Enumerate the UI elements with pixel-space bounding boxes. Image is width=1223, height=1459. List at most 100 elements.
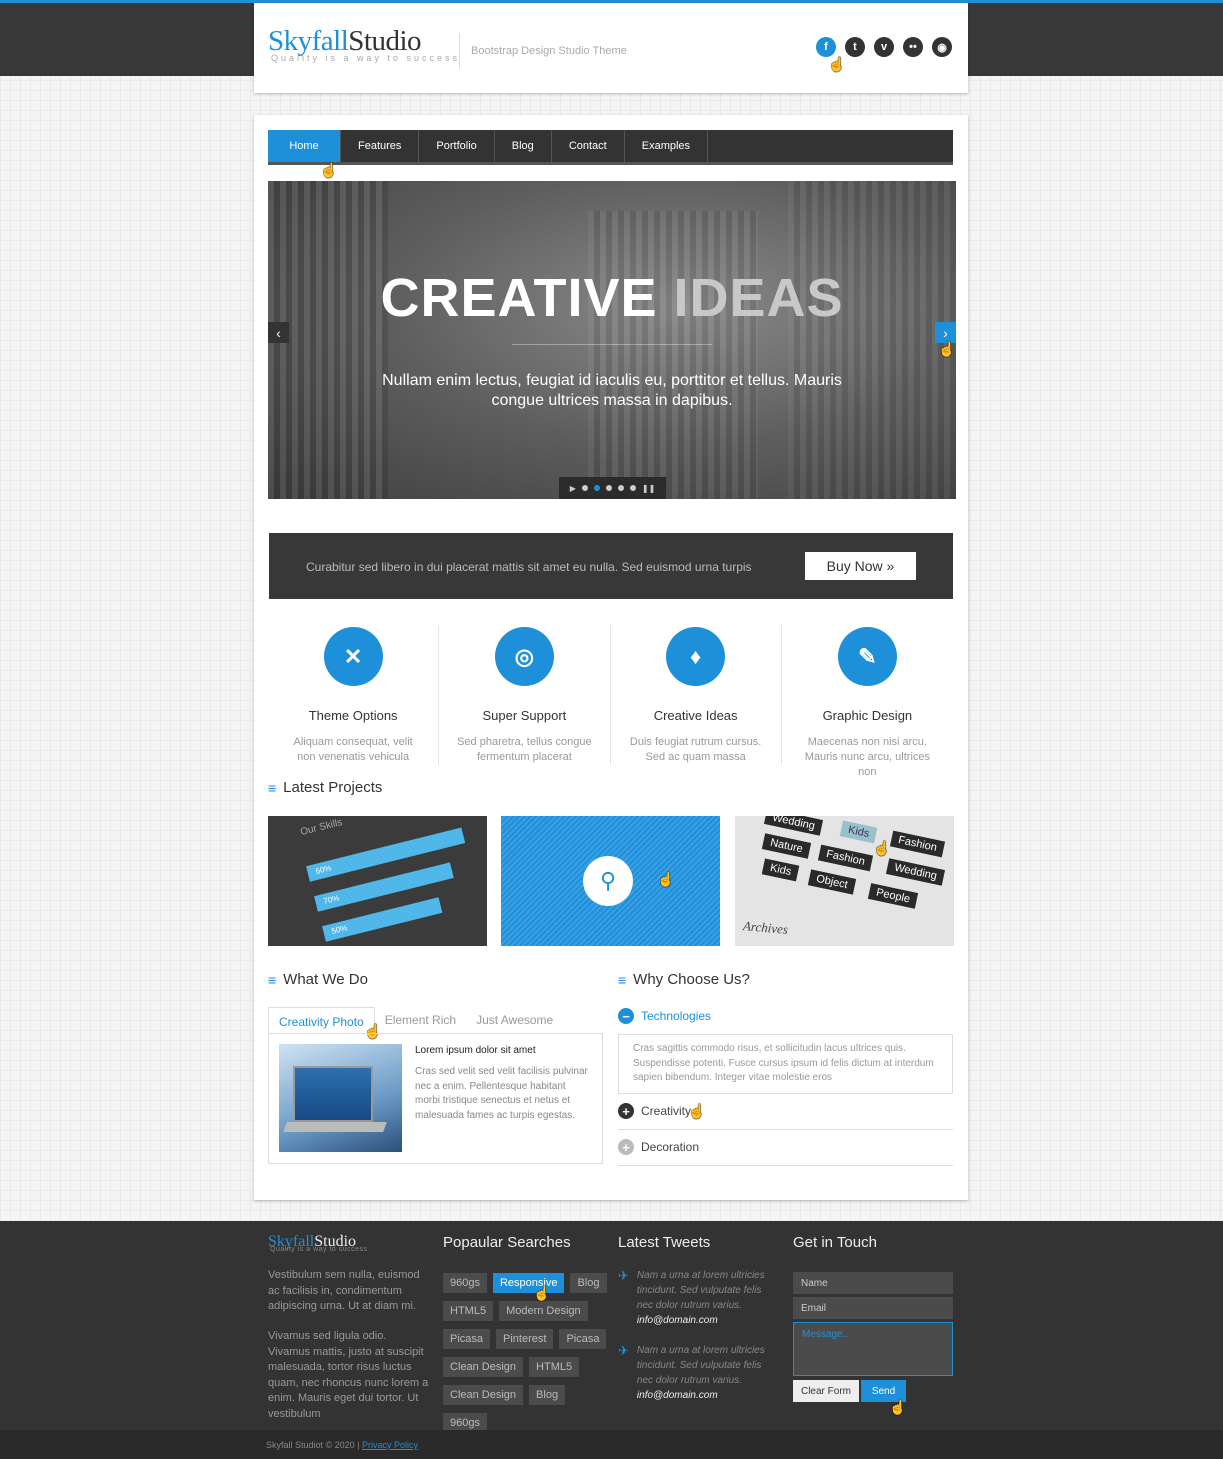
nav-examples[interactable]: Examples: [625, 130, 709, 162]
project-thumb-featured[interactable]: ⚲ ☝: [501, 816, 720, 946]
slider-dot[interactable]: [629, 485, 636, 491]
slider-dot-active[interactable]: [593, 485, 600, 491]
search-tag[interactable]: Modern Design: [499, 1301, 588, 1321]
rss-icon[interactable]: ◉: [932, 37, 952, 57]
slider-dot[interactable]: [617, 485, 624, 491]
feature-item: ✕ Theme Options Aliquam consequat, velit…: [268, 625, 440, 765]
tab-text: Cras sed velit sed velit facilisis pulvi…: [415, 1066, 588, 1121]
main-content: Home Features Portfolio Blog Contact Exa…: [254, 115, 968, 1200]
logo[interactable]: SkyfallStudio: [268, 27, 422, 56]
accordion-item-decoration[interactable]: + Decoration: [618, 1130, 953, 1166]
feature-desc: Aliquam consequat, velit non venenatis v…: [293, 736, 413, 763]
tweet-mail-link[interactable]: info@domain.com: [637, 1388, 778, 1403]
footer-tagline: Quality is a way to success: [270, 1246, 368, 1253]
pointer-cursor-icon: ☝: [688, 1103, 706, 1119]
bottom-bar: Skyfall Studiot © 2020 | Privacy Policy: [0, 1430, 1223, 1459]
pointer-cursor-icon: ☝: [657, 871, 675, 887]
twitter-bird-icon: ✈: [618, 1343, 629, 1358]
slider-dot[interactable]: [605, 485, 612, 491]
list-icon: ≡: [618, 971, 627, 988]
search-tag[interactable]: Picasa: [559, 1329, 607, 1349]
pointer-cursor-icon: ☝: [828, 56, 846, 72]
section-title: Latest Projects: [283, 779, 383, 796]
search-tag[interactable]: Clean Design: [443, 1357, 524, 1377]
what-we-do-heading: ≡ What We Do: [268, 971, 368, 988]
search-tag[interactable]: Responsive: [492, 1273, 565, 1293]
slide-title-a: CREATIVE: [380, 268, 658, 328]
tag-item: Kids: [839, 820, 878, 844]
pointer-cursor-icon: ☝: [533, 1285, 551, 1301]
copyright: Skyfall Studiot © 2020 | Privacy Policy: [266, 1440, 418, 1450]
accordion-item-technologies[interactable]: − Technologies: [618, 998, 953, 1034]
accordion-item-creativity[interactable]: + Creativity: [618, 1094, 953, 1130]
feature-desc: Maecenas non nisi arcu. Mauris nunc arcu…: [804, 736, 931, 778]
slider-next-arrow-icon[interactable]: ›: [935, 322, 956, 343]
search-tag[interactable]: HTML5: [529, 1357, 580, 1377]
flickr-icon[interactable]: ••: [903, 37, 923, 57]
project-thumb-tags[interactable]: Wedding Kids Fashion Nature Fashion Wedd…: [735, 816, 954, 946]
header-divider: [459, 33, 460, 69]
tab-creativity-photo[interactable]: Creativity Photo: [268, 1007, 375, 1035]
search-tag[interactable]: Clean Design: [443, 1385, 524, 1405]
search-tag[interactable]: Picasa: [443, 1329, 491, 1349]
feature-item: ◎ Super Support Sed pharetra, tellus con…: [439, 625, 611, 765]
why-choose-heading: ≡ Why Choose Us?: [618, 971, 750, 988]
pause-icon[interactable]: ❚❚: [642, 484, 655, 493]
lightbulb-icon: ♦: [666, 627, 726, 686]
project-thumb-skills[interactable]: Our Skills 60% 70% 50%: [268, 816, 487, 946]
footer-about-text: Vivamus sed ligula odio. Vivamus mattis,…: [268, 1330, 429, 1420]
search-tag[interactable]: Blog: [529, 1385, 566, 1405]
search-tag[interactable]: Pinterest: [496, 1329, 554, 1349]
tab-bar: Creativity Photo Element Rich Just Aweso…: [268, 1007, 563, 1035]
feature-title: Graphic Design: [822, 708, 913, 723]
play-icon[interactable]: ▶: [570, 484, 576, 493]
slider-prev-arrow-icon[interactable]: ‹: [268, 322, 289, 343]
tab-heading: Lorem ipsum dolor sit amet: [415, 1045, 536, 1056]
tab-element-rich[interactable]: Element Rich: [375, 1007, 466, 1033]
list-icon: ≡: [268, 779, 277, 796]
tag-item: Wedding: [763, 816, 824, 836]
tab-just-awesome[interactable]: Just Awesome: [466, 1007, 563, 1033]
nav-blog[interactable]: Blog: [495, 130, 552, 162]
site-description: Bootstrap Design Studio Theme: [471, 45, 627, 57]
feature-title: Super Support: [482, 708, 567, 723]
feature-title: Theme Options: [308, 708, 398, 723]
clear-form-button[interactable]: Clear Form: [793, 1380, 859, 1402]
vimeo-icon[interactable]: v: [874, 37, 894, 57]
nav-contact[interactable]: Contact: [552, 130, 625, 162]
buy-now-button[interactable]: Buy Now »: [805, 552, 916, 580]
popular-searches-heading: Popaular Searches: [443, 1234, 571, 1251]
features-row: ✕ Theme Options Aliquam consequat, velit…: [268, 625, 953, 778]
twitter-icon[interactable]: t: [845, 37, 865, 57]
facebook-icon[interactable]: f: [816, 37, 836, 57]
lifebuoy-icon: ◎: [494, 627, 554, 686]
tweet-mail-link[interactable]: info@domain.com: [637, 1313, 778, 1328]
search-tag[interactable]: 960gs: [443, 1273, 487, 1293]
plus-icon: +: [618, 1139, 634, 1155]
search-icon[interactable]: ⚲: [583, 856, 633, 906]
accordion: − Technologies Cras sagittis commodo risu…: [618, 998, 953, 1166]
latest-projects-heading: ≡ Latest Projects: [268, 779, 382, 796]
email-input[interactable]: Email: [793, 1297, 953, 1319]
feature-title: Creative Ideas: [653, 708, 738, 723]
slide-title: CREATIVE IDEAS: [268, 267, 956, 329]
hero-slider: CREATIVE IDEAS Nullam enim lectus, feugi…: [268, 181, 956, 499]
twitter-bird-icon: ✈: [618, 1268, 629, 1283]
nav-portfolio[interactable]: Portfolio: [419, 130, 495, 162]
privacy-policy-link[interactable]: Privacy Policy: [362, 1440, 418, 1450]
nav-features[interactable]: Features: [341, 130, 420, 162]
slider-dot[interactable]: [581, 485, 588, 491]
name-input[interactable]: Name: [793, 1272, 953, 1294]
call-to-action: Curabitur sed libero in dui placerat mat…: [269, 533, 953, 599]
plus-icon: +: [618, 1103, 634, 1119]
tweet-text: Nam a urna at lorem ultricies tincidunt.…: [637, 1343, 778, 1403]
search-tag[interactable]: HTML5: [443, 1301, 494, 1321]
footer-about-text: Vestibulum sem nulla, euismod ac facilis…: [268, 1269, 420, 1312]
brush-icon: ✎: [837, 627, 897, 686]
tagline: Quality is a way to success: [271, 53, 461, 63]
nav-home[interactable]: Home: [268, 130, 341, 162]
tweet-text: Nam a urna at lorem ultricies tincidunt.…: [637, 1268, 778, 1328]
pointer-cursor-icon: ☝: [938, 341, 956, 357]
message-textarea[interactable]: Message..: [793, 1322, 953, 1376]
search-tag[interactable]: Blog: [570, 1273, 607, 1293]
